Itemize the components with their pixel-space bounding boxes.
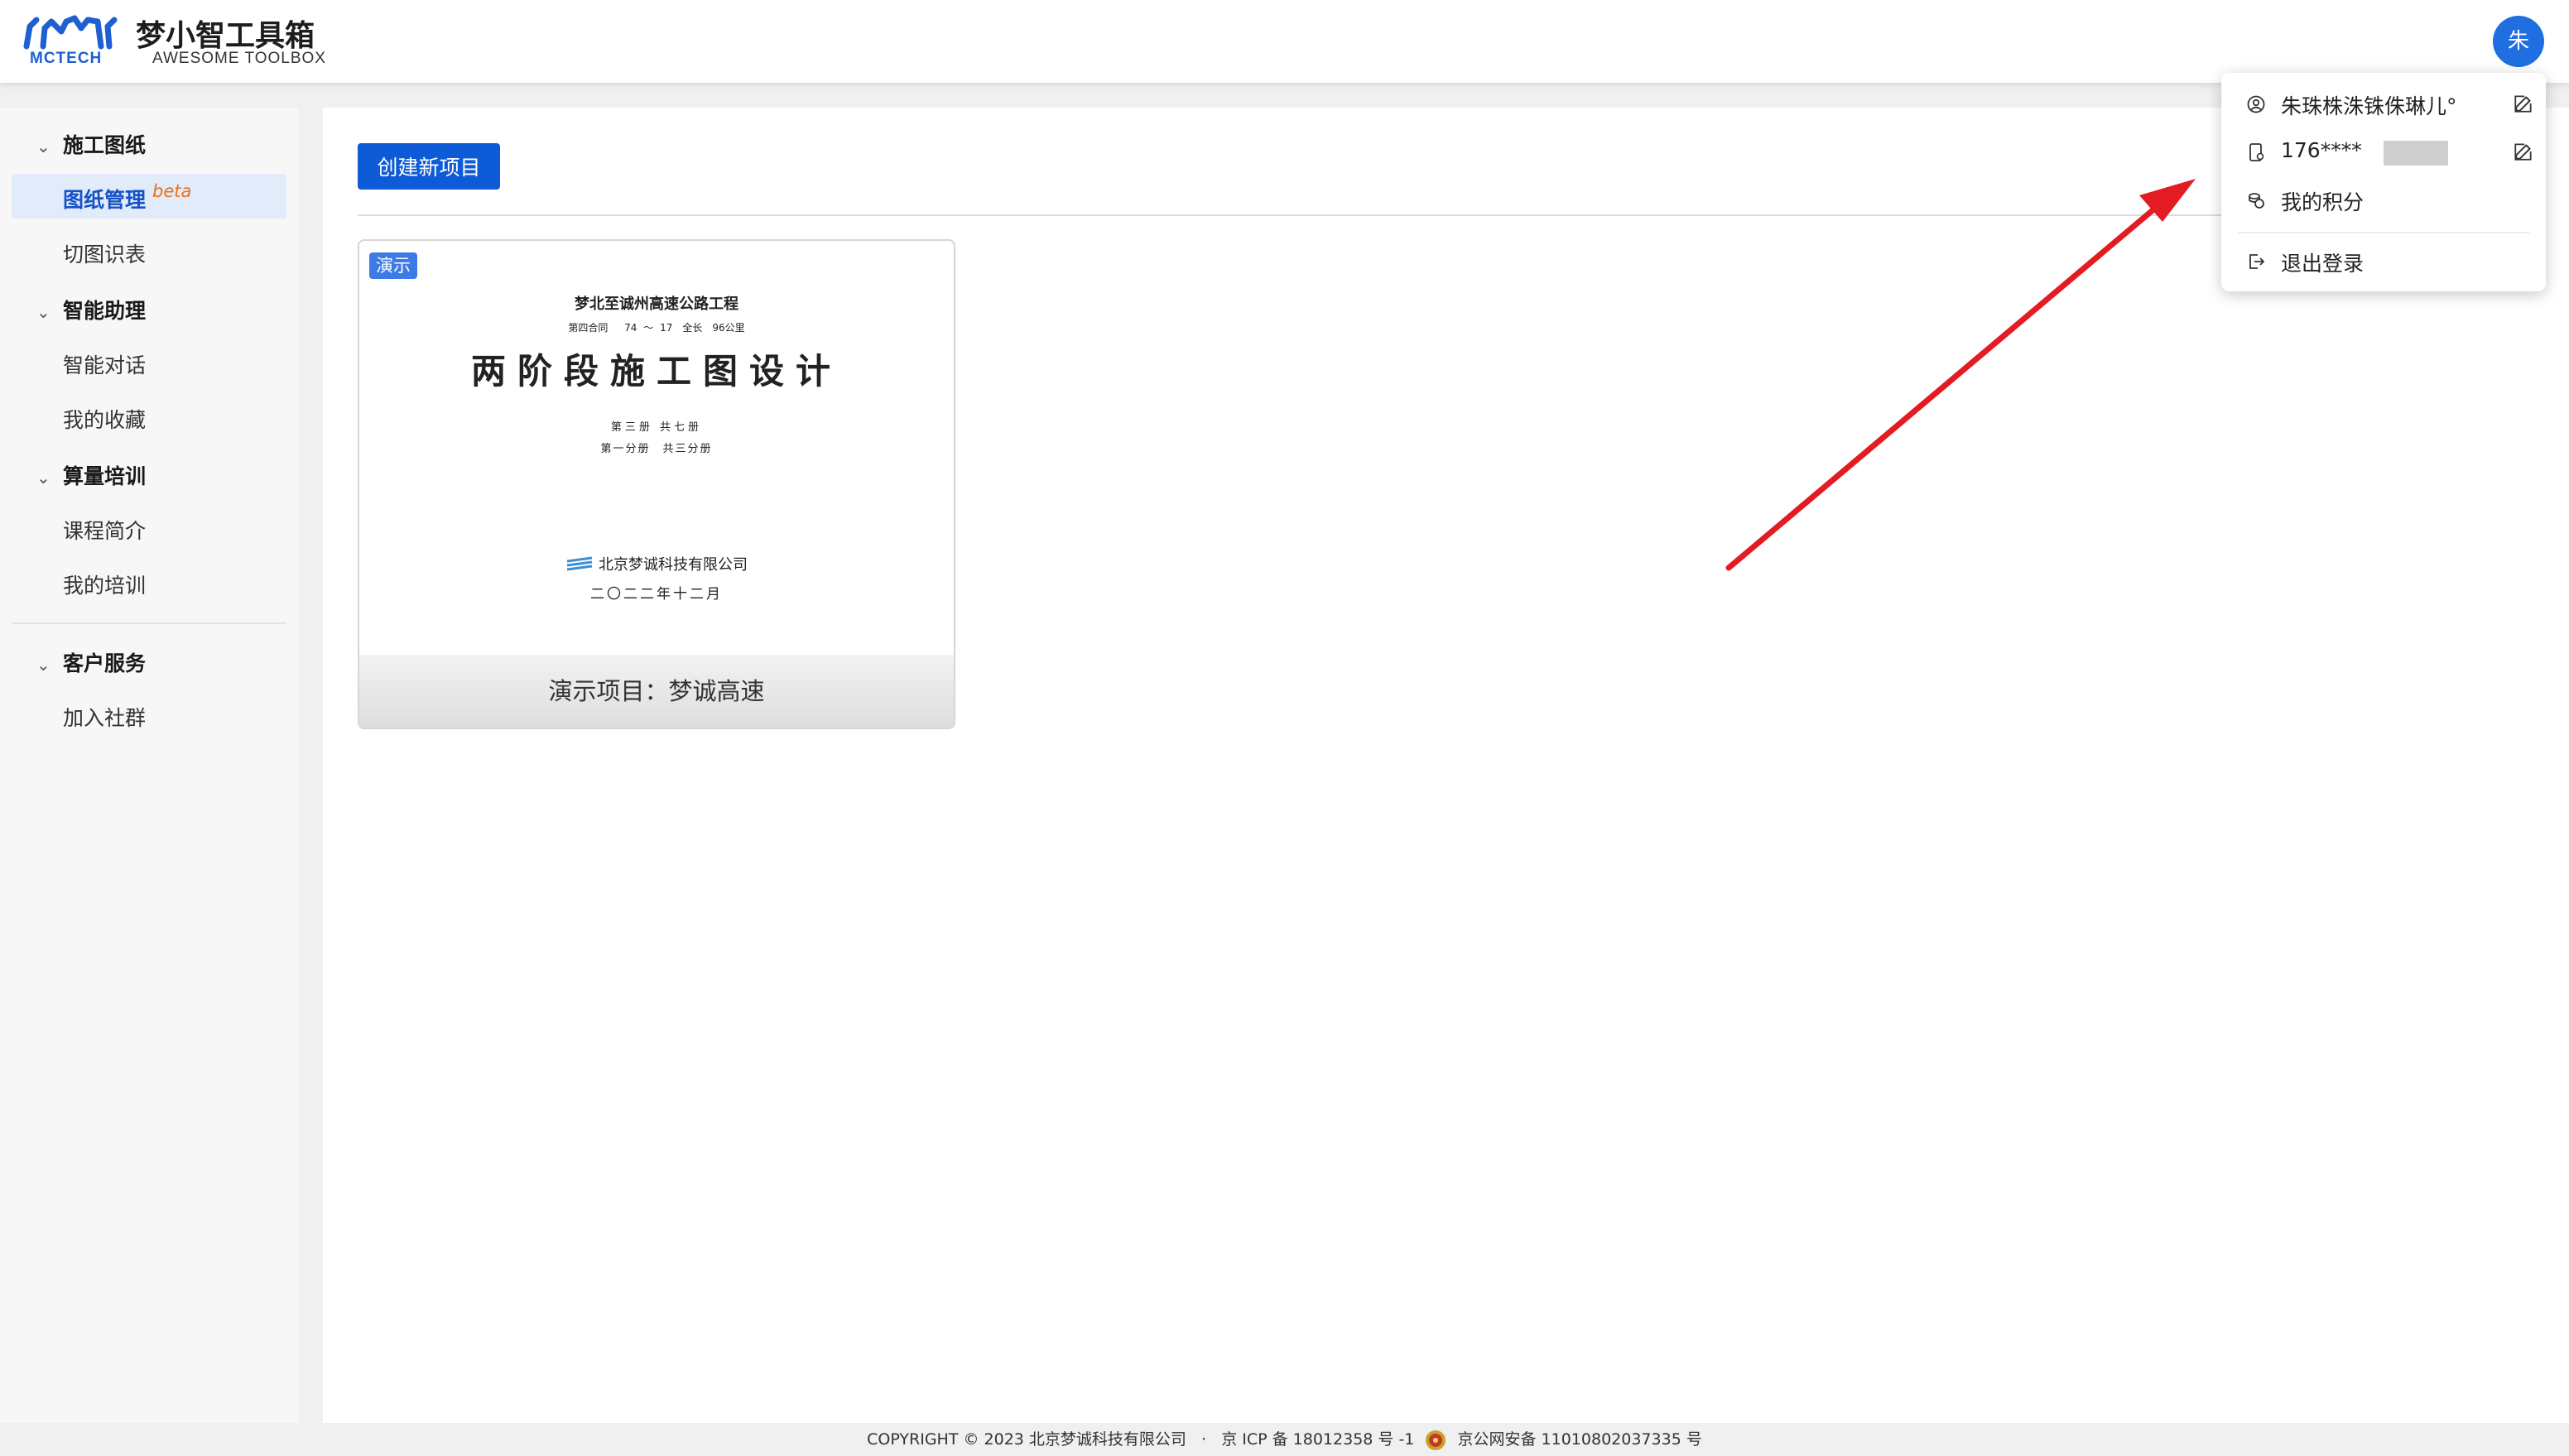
sidebar-group-quantity-training[interactable]: ⌄ 算量培训 (36, 460, 146, 490)
beta-badge: beta (152, 181, 192, 201)
sidebar: ⌄ 施工图纸 图纸管理 beta 切图识表 ⌄ 智能助理 智能对话 我的收藏 ⌄ 算量培… (0, 108, 298, 1423)
sidebar-item-drawing-management[interactable]: 图纸管理 beta (63, 181, 192, 214)
menu-item-username[interactable]: 朱珠株洙铢侏琳儿° (2246, 88, 2532, 121)
cover-subvolume: 第一分册 共三分册 (600, 443, 713, 455)
menu-divider (2238, 232, 2529, 233)
footer: COPYRIGHT © 2023 北京梦诚科技有限公司 · 京 ICP 备 18… (0, 1423, 2569, 1456)
menu-item-my-points[interactable]: 我的积分 (2246, 184, 2528, 217)
toolbar-divider (358, 214, 2527, 216)
cover-contract-info: 第四合同 74 ～ 17 全长 96公里 (568, 322, 745, 334)
sidebar-group-smart-assistant[interactable]: ⌄ 智能助理 (36, 295, 146, 324)
chevron-down-icon: ⌄ (36, 655, 51, 675)
chevron-down-icon: ⌄ (36, 137, 51, 156)
app-title: 梦小智工具箱 (136, 19, 315, 53)
sidebar-item-smart-chat[interactable]: 智能对话 (63, 349, 146, 379)
app-subtitle: AWESOME TOOLBOX (152, 50, 326, 67)
sidebar-item-cut-table-recognition[interactable]: 切图识表 (63, 238, 146, 268)
cover-date: 二〇二二年十二月 (590, 586, 723, 603)
logout-icon (2249, 254, 2265, 269)
main-content: 创建新项目 梦北至诚州高速公路工程 第四合同 74 ～ 17 全长 96公里 两… (323, 108, 2569, 1423)
phone-redaction (2384, 141, 2448, 166)
coins-icon (2249, 193, 2264, 209)
phone-icon (2249, 143, 2264, 161)
chevron-down-icon: ⌄ (36, 302, 51, 322)
chevron-down-icon: ⌄ (36, 468, 51, 488)
demo-badge: 演示 (369, 252, 417, 279)
sidebar-group-construction-drawings[interactable]: ⌄ 施工图纸 (36, 129, 146, 159)
project-cover-image: 梦北至诚州高速公路工程 第四合同 74 ～ 17 全长 96公里 两阶段施工图设… (359, 241, 954, 655)
sidebar-item-my-training[interactable]: 我的培训 (63, 569, 146, 599)
police-badge-icon (1426, 1430, 1446, 1450)
footer-copyright: COPYRIGHT © 2023 北京梦诚科技有限公司 (867, 1430, 1186, 1449)
edit-icon[interactable] (2513, 93, 2534, 114)
sidebar-group-customer-service[interactable]: ⌄ 客户服务 (36, 647, 146, 677)
cover-project-name: 梦北至诚州高速公路工程 (575, 296, 738, 313)
sidebar-divider (12, 622, 286, 624)
menu-item-phone[interactable]: 176**** (2246, 136, 2532, 169)
user-avatar[interactable]: 朱 (2493, 16, 2544, 67)
footer-police-link[interactable]: 京公网安备 11010802037335 号 (1458, 1430, 1702, 1449)
user-menu-dropdown: 朱珠株洙铢侏琳儿° 176**** 我的积分 退出登录 (2221, 73, 2546, 291)
sidebar-item-join-community[interactable]: 加入社群 (63, 702, 146, 732)
project-card-title: 演示项目：梦诚高速 (359, 655, 954, 728)
footer-icp-link[interactable]: 京 ICP 备 18012358 号 -1 (1221, 1430, 1414, 1449)
cover-volume: 第三册 共七册 (610, 421, 703, 434)
project-card[interactable]: 梦北至诚州高速公路工程 第四合同 74 ～ 17 全长 96公里 两阶段施工图设… (358, 239, 955, 729)
sidebar-item-my-favorites[interactable]: 我的收藏 (63, 404, 146, 434)
cover-company: 北京梦诚科技有限公司 (359, 553, 954, 574)
top-header: MCTECH 梦小智工具箱 AWESOME TOOLBOX 朱 (0, 0, 2569, 83)
sidebar-item-course-intro[interactable]: 课程简介 (63, 515, 146, 545)
company-logo-icon (566, 556, 593, 571)
user-circle-icon (2247, 95, 2265, 113)
menu-item-logout[interactable]: 退出登录 (2246, 245, 2528, 278)
logo-text: MCTECH (30, 50, 103, 67)
cover-title: 两阶段施工图设计 (470, 351, 842, 392)
create-project-button[interactable]: 创建新项目 (358, 143, 500, 190)
footer-separator: · (1201, 1430, 1207, 1449)
edit-icon[interactable] (2513, 141, 2534, 162)
